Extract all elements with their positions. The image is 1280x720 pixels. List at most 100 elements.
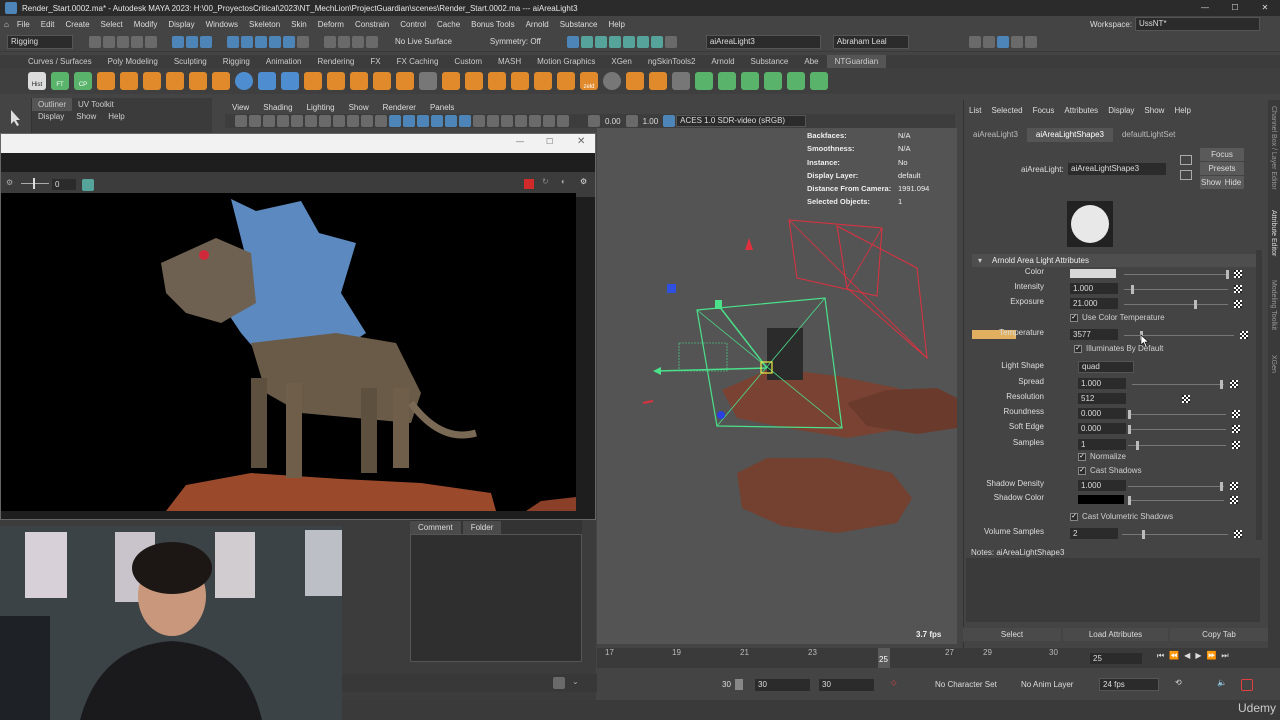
ae-tab-shape[interactable]: aiAreaLightShape3 <box>1026 128 1113 142</box>
render-settings-gear-icon[interactable]: ⚙ <box>6 178 13 187</box>
shelf-ik-2-icon[interactable] <box>764 72 782 90</box>
shelf-tab-ntguardian[interactable]: NTGuardian <box>826 55 887 68</box>
exposure-field[interactable]: 0 <box>52 179 76 190</box>
color-management-icon[interactable] <box>663 115 676 127</box>
select-component-icon[interactable] <box>200 35 212 48</box>
shelf-fk-icon[interactable] <box>741 72 759 90</box>
menu-edit[interactable]: Edit <box>41 20 55 29</box>
shelf-tab-mash[interactable]: MASH <box>490 55 529 68</box>
shelf-tab-rigging[interactable]: Rigging <box>215 55 258 68</box>
loop-icon[interactable]: ⟲ <box>1175 678 1182 687</box>
shelf-tab-sculpting[interactable]: Sculpting <box>166 55 215 68</box>
presets-button[interactable]: Presets <box>1200 162 1244 175</box>
roundness-slider-knob[interactable] <box>1128 410 1131 419</box>
exposure-icon[interactable] <box>588 115 600 127</box>
ae-menu-display[interactable]: Display <box>1108 106 1134 115</box>
blue-marker[interactable] <box>667 284 676 293</box>
render-options-icon[interactable]: ⚙ <box>580 177 587 186</box>
snap-view-icon[interactable] <box>269 35 281 48</box>
viewport-menu-panels[interactable]: Panels <box>430 103 454 112</box>
shadows-icon[interactable] <box>459 115 471 127</box>
menu-create[interactable]: Create <box>66 20 90 29</box>
outliner-menu-display[interactable]: Display <box>38 112 64 121</box>
color-slider-knob[interactable] <box>1226 270 1229 279</box>
color-slider-track[interactable] <box>1124 274 1228 275</box>
ambient-occlusion-icon[interactable] <box>515 115 527 127</box>
camera-select-icon[interactable] <box>235 115 247 127</box>
volume-samples-field[interactable]: 2 <box>1070 528 1118 539</box>
tab-channel-box[interactable]: Channel Box / Layer Editor <box>1270 106 1277 190</box>
menu-help[interactable]: Help <box>609 20 625 29</box>
lock-icon[interactable] <box>297 35 309 48</box>
illuminates-by-default-checkbox[interactable]: ✓ Illuminates By Default <box>1074 344 1163 353</box>
shelf-mirror-icon[interactable] <box>511 72 529 90</box>
playback-controls[interactable]: ⏮⏪◀▶⏩⏭ <box>1157 651 1234 661</box>
grid-icon[interactable] <box>291 115 303 127</box>
shadow-color-slider-knob[interactable] <box>1128 496 1131 505</box>
viewport-menu-view[interactable]: View <box>232 103 249 112</box>
refresh-icon[interactable]: ↻ <box>542 177 549 186</box>
home-icon[interactable]: ⌂ <box>4 20 9 29</box>
menu-constrain[interactable]: Constrain <box>355 20 389 29</box>
copy-tab-button[interactable]: Copy Tab <box>1170 628 1268 641</box>
shelf-flow-icon[interactable] <box>626 72 644 90</box>
shelf-rig-icon[interactable] <box>396 72 414 90</box>
menu-skeleton[interactable]: Skeleton <box>249 20 280 29</box>
shelf-cube-2-icon[interactable] <box>120 72 138 90</box>
shelf-weight-icon[interactable] <box>488 72 506 90</box>
field-chart-icon[interactable] <box>347 115 359 127</box>
chevron-down-icon[interactable]: ⌄ <box>572 677 579 686</box>
outliner-menu-help[interactable]: Help <box>108 112 124 121</box>
shelf-tab-motion-graphics[interactable]: Motion Graphics <box>529 55 603 68</box>
render-frame-icon[interactable] <box>338 35 350 48</box>
menu-modify[interactable]: Modify <box>134 20 158 29</box>
motion-blur-icon[interactable] <box>529 115 541 127</box>
shelf-paint-icon[interactable] <box>557 72 575 90</box>
menu-windows[interactable]: Windows <box>206 20 238 29</box>
shelf-tab-abe[interactable]: Abe <box>796 55 826 68</box>
cast-shadows-checkbox[interactable]: ✓ Cast Shadows <box>1078 466 1142 475</box>
spread-slider-knob[interactable] <box>1220 380 1223 389</box>
spread-map-icon[interactable] <box>1230 380 1238 388</box>
shelf-tab-substance[interactable]: Substance <box>743 55 797 68</box>
intensity-slider-track[interactable] <box>1124 289 1228 290</box>
section-arnold-area-light[interactable]: ▾ Arnold Area Light Attributes <box>972 254 1258 267</box>
sidebar-toggle-icon[interactable] <box>982 35 995 48</box>
roundness-slider-track[interactable] <box>1128 414 1226 415</box>
shelf-tab-curves-surfaces[interactable]: Curves / Surfaces <box>20 55 100 68</box>
character-set-select[interactable]: No Character Set <box>935 680 997 689</box>
manipulator-y-axis[interactable] <box>718 305 768 369</box>
shelf-tab-rendering[interactable]: Rendering <box>309 55 362 68</box>
layout-icon[interactable] <box>968 35 981 48</box>
shelf-ball-icon[interactable] <box>603 72 621 90</box>
render-view-icon[interactable] <box>580 35 593 48</box>
shelf-joint-icon[interactable] <box>166 72 184 90</box>
safe-action-icon[interactable] <box>361 115 373 127</box>
shelf-brush-icon[interactable] <box>419 72 437 90</box>
spread-slider-track[interactable] <box>1132 384 1224 385</box>
shelf-tab-custom[interactable]: Custom <box>446 55 490 68</box>
shelf-skin-icon[interactable] <box>442 72 460 90</box>
render-icon[interactable] <box>594 35 607 48</box>
viewport-menu-shading[interactable]: Shading <box>263 103 292 112</box>
soft-edge-slider-knob[interactable] <box>1128 425 1131 434</box>
notes-textarea[interactable] <box>966 558 1260 622</box>
viewport-menu-show[interactable]: Show <box>349 103 369 112</box>
viewport-menu-lighting[interactable]: Lighting <box>307 103 335 112</box>
exposure-map-icon[interactable] <box>1234 300 1242 308</box>
shelf-tab-poly-modeling[interactable]: Poly Modeling <box>100 55 166 68</box>
ae-menu-list[interactable]: List <box>969 106 981 115</box>
cache-playback-icon[interactable] <box>1241 679 1253 691</box>
xray-icon[interactable] <box>473 115 485 127</box>
exposure-field[interactable]: 21.000 <box>1070 298 1118 309</box>
shadow-density-field[interactable]: 1.000 <box>1078 480 1126 491</box>
shadow-color-swatch[interactable] <box>1078 495 1124 504</box>
menu-arnold[interactable]: Arnold <box>526 20 549 29</box>
shadow-color-map-icon[interactable] <box>1230 496 1238 504</box>
ae-menu-attributes[interactable]: Attributes <box>1064 106 1098 115</box>
temperature-field[interactable]: 3577 <box>1070 329 1118 340</box>
go-to-output-icon[interactable] <box>1180 170 1192 180</box>
soft-edge-slider-track[interactable] <box>1128 429 1226 430</box>
wireframe-icon[interactable] <box>389 115 401 127</box>
samples-field[interactable]: 1 <box>1078 439 1126 450</box>
